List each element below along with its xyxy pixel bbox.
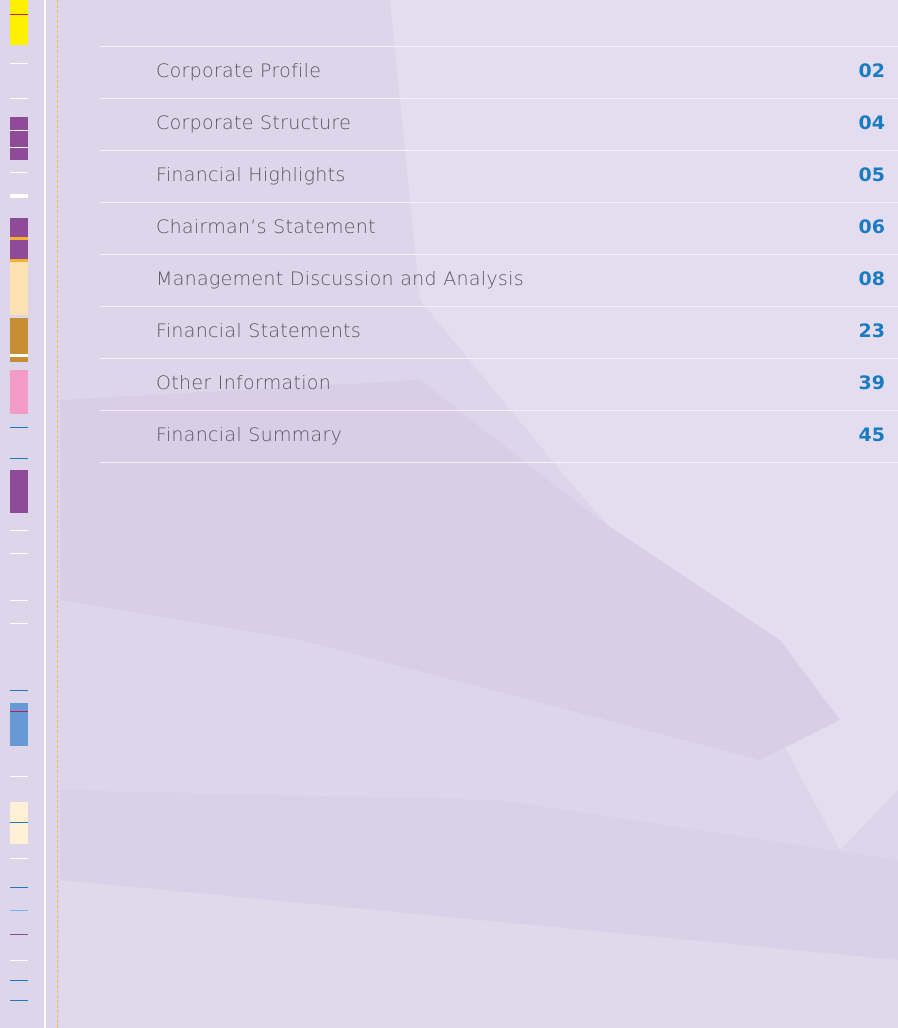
index-tick (10, 63, 28, 64)
toc-entry-title: Financial Highlights (156, 164, 346, 186)
index-tick (10, 98, 28, 99)
index-block-purple (10, 117, 28, 160)
index-tick (10, 458, 28, 459)
index-tick (10, 427, 28, 428)
toc-entry[interactable]: Corporate Profile 02 (100, 46, 898, 99)
toc-entry-page: 02 (858, 60, 885, 82)
index-tick (10, 147, 28, 148)
toc-entry-title: Chairman’s Statement (156, 216, 376, 238)
index-tick (10, 14, 28, 15)
index-tick (10, 259, 28, 262)
toc-entry-title: Financial Summary (156, 424, 343, 446)
index-tick (10, 130, 28, 131)
index-tick (10, 960, 28, 961)
rail-divider (44, 0, 46, 1028)
index-tick (10, 711, 28, 712)
index-block-pink (10, 370, 28, 414)
index-block-white (10, 194, 28, 198)
toc-entry-page: 06 (858, 216, 885, 238)
toc-entry-title: Management Discussion and Analysis (156, 268, 524, 290)
index-tick (10, 172, 28, 173)
color-index-rail (0, 0, 44, 1028)
toc-entry-title: Other Information (156, 372, 332, 394)
index-tick (10, 858, 28, 859)
index-block-yellow (10, 0, 28, 45)
index-block-cream (10, 802, 28, 844)
index-block-purple (10, 470, 28, 513)
toc-entry[interactable]: Management Discussion and Analysis 08 (100, 255, 898, 307)
index-tick (10, 1000, 28, 1001)
index-tick (10, 623, 28, 624)
toc-entry-page: 23 (858, 320, 885, 342)
toc-entry[interactable]: Corporate Structure 04 (100, 99, 898, 151)
index-tick (10, 553, 28, 554)
index-tick (10, 822, 28, 823)
index-tick (10, 776, 28, 777)
index-tick (10, 910, 28, 911)
toc-entry-title: Corporate Structure (156, 112, 352, 134)
index-tick (10, 354, 28, 357)
index-tick (10, 887, 28, 888)
toc-entry-page: 04 (858, 112, 885, 134)
index-tick (10, 600, 28, 601)
toc-entry-title: Corporate Profile (156, 60, 322, 82)
index-tick (10, 980, 28, 981)
toc-entry-title: Financial Statements (156, 320, 362, 342)
index-tick (10, 934, 28, 935)
toc-entry[interactable]: Other Information 39 (100, 359, 898, 411)
index-tick (10, 237, 28, 240)
index-tick (10, 530, 28, 531)
toc-entry[interactable]: Financial Summary 45 (100, 411, 898, 463)
index-block-cream (10, 260, 28, 315)
table-of-contents: Corporate Profile 02 Corporate Structure… (100, 46, 898, 463)
index-block-blue (10, 703, 28, 746)
toc-entry-page: 39 (858, 372, 885, 394)
toc-entry-page: 05 (858, 164, 885, 186)
toc-entry-page: 45 (858, 424, 885, 446)
toc-entry[interactable]: Financial Statements 23 (100, 307, 898, 359)
index-tick (10, 690, 28, 691)
dashed-margin-rule (57, 0, 58, 1028)
toc-entry-page: 08 (858, 268, 885, 290)
toc-entry[interactable]: Financial Highlights 05 (100, 151, 898, 203)
toc-entry[interactable]: Chairman’s Statement 06 (100, 203, 898, 255)
